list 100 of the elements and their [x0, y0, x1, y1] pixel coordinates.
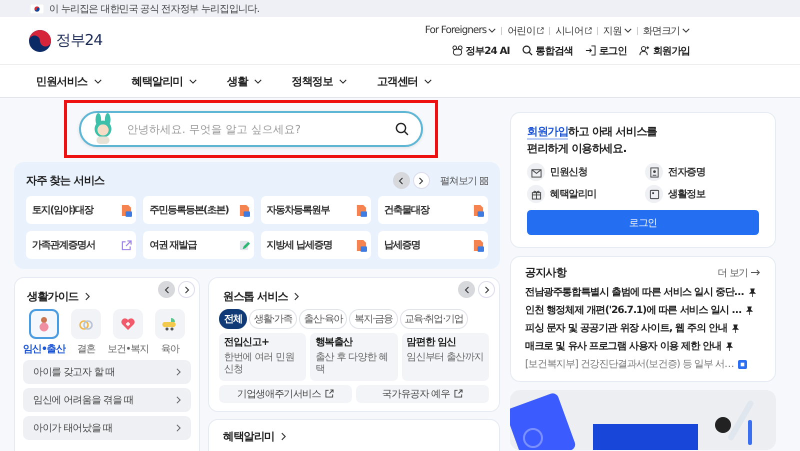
chevron-down-icon [254, 78, 262, 84]
logo-text[interactable]: 정부24 [56, 31, 102, 50]
robot-icon [452, 45, 463, 56]
external-link-icon [585, 27, 592, 34]
chevron-right-icon [84, 292, 90, 301]
search-icon [522, 45, 533, 56]
service-label[interactable]: 전자증명 [668, 165, 706, 180]
chevron-right-icon [176, 396, 181, 404]
external-link-icon [537, 27, 544, 34]
card-title: 행복출산 [315, 337, 354, 350]
document-icon [356, 204, 367, 216]
search-field[interactable]: 안녕하세요. 무엇을 알고 싶으세요? [125, 122, 387, 136]
login-button[interactable]: 로그인 [527, 210, 759, 236]
service-label[interactable]: 민원신청 [550, 165, 588, 180]
filter-tab[interactable]: 출산·육아 [299, 309, 348, 329]
signup-link[interactable]: 회원가입 [527, 125, 568, 140]
next-button[interactable] [178, 281, 195, 298]
header-action-link[interactable]: 통합검색 [522, 44, 573, 58]
category-label: 결혼 [76, 343, 96, 356]
nav-menu-item[interactable]: 고객센터 [376, 74, 432, 88]
filter-tab[interactable]: 교육·취업·기업 [400, 309, 468, 329]
external-link-icon [324, 389, 334, 398]
notice-link[interactable]: 전남광주통합특별시 출범에 따른 서비스 일시 중단… [525, 285, 744, 300]
nav-menu-item[interactable]: 생활 [227, 74, 262, 88]
chevron-right-icon [280, 432, 286, 440]
notice-link[interactable]: 피싱 문자 및 공공기관 위장 사이트, 웹 주의 안내 [525, 321, 728, 336]
header-action-link[interactable]: 회원가입 [638, 44, 690, 58]
nav-menu-item[interactable]: 혜택알리미 [132, 74, 198, 88]
category-tile[interactable] [113, 309, 143, 339]
guide-item[interactable]: 임신에 어려움을 겪을 때 [23, 388, 191, 412]
category-tile[interactable] [29, 309, 59, 339]
header-action-link[interactable]: 로그인 [584, 44, 627, 58]
new-badge-icon [738, 360, 747, 369]
gift-icon [527, 185, 545, 204]
next-button[interactable] [478, 281, 495, 298]
guide-item[interactable]: 아이가 태어났을 때 [23, 416, 191, 440]
more-link[interactable]: 더 보기 [718, 266, 761, 280]
notice-link[interactable]: 매크로 및 유사 프로그램 사용자 이용 제한 안내 [525, 339, 722, 354]
external-service-link[interactable]: 기업생애주기서비스 [219, 384, 352, 402]
utility-link[interactable]: For Foreigners [424, 25, 496, 36]
notice-link[interactable]: 인천 행정체제 개편('26.7.1)에 따른 서비스 일시 … [525, 303, 742, 318]
service-card[interactable]: 주민등록등본(초본) [143, 196, 254, 224]
chevron-down-icon [424, 78, 432, 84]
note-icon [645, 185, 663, 204]
section-title-link[interactable]: 혜택알리미 [223, 428, 286, 444]
document-icon [473, 204, 484, 216]
header-action-link[interactable]: 정부24 AI [452, 44, 510, 58]
category-tile[interactable] [155, 309, 185, 339]
utility-link[interactable]: 시니어 [555, 24, 592, 38]
service-card[interactable]: 맘편한 임신 임신부터 출산까지 [402, 333, 489, 380]
utility-link[interactable]: 화면크기 [642, 24, 690, 38]
pin-icon [745, 306, 754, 315]
category-tile[interactable] [71, 309, 101, 339]
section-title: 자주 찾는 서비스 [26, 173, 104, 188]
official-site-notice: 이 누리집은 대한민국 공식 전자정부 누리집입니다. [49, 2, 260, 16]
service-card[interactable]: 건축물대장 [378, 196, 488, 224]
service-card[interactable]: 납세증명 [378, 231, 488, 259]
stroller-icon [162, 316, 178, 332]
category-label: 보건•복지 [107, 343, 149, 356]
heart-icon [120, 316, 136, 332]
nav-menu-item[interactable]: 정책정보 [292, 74, 347, 88]
grid-icon [480, 176, 488, 184]
external-link-icon [454, 389, 463, 398]
service-card[interactable]: 자동차등록원부 [260, 196, 371, 224]
filter-tab[interactable]: 전체 [219, 309, 247, 329]
service-card[interactable]: 여권 재발급 [143, 231, 254, 259]
filter-tab[interactable]: 생활·가족 [249, 309, 298, 329]
logo-icon[interactable] [28, 28, 52, 52]
chevron-right-icon [418, 176, 424, 184]
service-card[interactable]: 전입신고+ 한번에 여러 민원 신청 [219, 333, 306, 380]
search-icon[interactable] [395, 122, 409, 136]
arrow-right-icon [751, 269, 761, 276]
search-bar[interactable]: 안녕하세요. 무엇을 알고 싶으세요? [79, 111, 423, 147]
section-title-link[interactable]: 원스톱 서비스 [223, 289, 299, 304]
notice-link[interactable]: [보건복지부] 건강진단결과서(보건증) 등 일부 서… [525, 357, 734, 372]
section-title-link[interactable]: 생활가이드 [27, 289, 90, 304]
service-label[interactable]: 생활정보 [668, 187, 706, 202]
chevron-right-icon [176, 368, 181, 376]
utility-link[interactable]: 어린이 [507, 24, 544, 38]
service-card[interactable]: 토지(임야)대장 [26, 196, 136, 224]
expand-link[interactable]: 펼쳐보기 [440, 174, 488, 188]
utility-link[interactable]: 지원 [603, 24, 632, 38]
guide-item[interactable]: 아이를 갖고자 할 때 [23, 360, 191, 384]
external-service-link[interactable]: 국가유공자 예우 [356, 384, 489, 402]
filter-tab[interactable]: 복지·금융 [349, 309, 398, 329]
card-subtitle: 임신부터 출산까지 [406, 352, 484, 364]
service-card[interactable]: 가족관계증명서 [26, 231, 136, 259]
login-icon [584, 45, 596, 56]
service-label[interactable]: 혜택알리미 [550, 187, 597, 202]
nav-menu-item[interactable]: 민원서비스 [36, 74, 102, 88]
next-button[interactable] [412, 172, 430, 189]
service-card[interactable]: 지방세 납세증명 [260, 231, 371, 259]
chevron-right-icon [484, 286, 490, 294]
service-card[interactable]: 행복출산 출산 후 다양한 혜택 [310, 333, 398, 380]
chevron-left-icon [464, 286, 470, 294]
pin-icon [731, 324, 740, 333]
chevron-left-icon [398, 176, 404, 184]
chevron-down-icon [189, 78, 198, 84]
card-subtitle: 출산 후 다양한 혜택 [315, 352, 389, 376]
chevron-down-icon [94, 78, 102, 84]
